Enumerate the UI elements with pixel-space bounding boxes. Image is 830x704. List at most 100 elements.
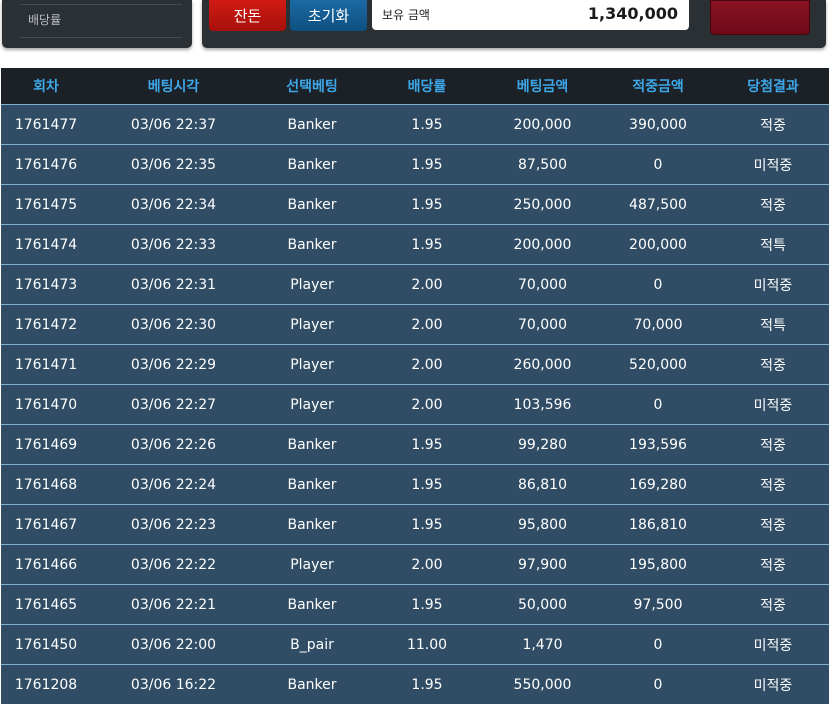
header-odds: 배당률 [368,68,486,105]
table-row: 1761475 03/06 22:34 Banker 1.95 250,000 487,5… [1,184,829,225]
round-cell: 1761208 [1,664,91,704]
odds-cell: 1.95 [368,104,486,145]
pick-cell: Banker [256,464,368,505]
odds-cell: 1.95 [368,584,486,625]
round-cell: 1761472 [1,304,91,345]
round-cell: 1761474 [1,224,91,265]
table-row: 1761470 03/06 22:27 Player 2.00 103,596 0 미적중 [1,384,829,425]
time-cell: 03/06 22:35 [91,144,256,185]
table-row: 1761471 03/06 22:29 Player 2.00 260,000 520,0… [1,344,829,385]
time-cell: 03/06 22:29 [91,344,256,385]
round-cell: 1761467 [1,504,91,545]
bet-submit-button[interactable] [710,0,810,35]
round-cell: 1761475 [1,184,91,225]
odds-cell: 1.95 [368,424,486,465]
table-row: 1761467 03/06 22:23 Banker 1.95 95,800 186,81… [1,504,829,545]
pick-cell: Player [256,544,368,585]
header-bet-amount: 베팅금액 [486,68,599,105]
bet-amount-cell: 95,800 [486,504,599,545]
payout-cell: 195,800 [599,544,717,585]
result-cell: 적중 [717,504,829,545]
odds-cell: 1.95 [368,144,486,185]
header-pick: 선택베팅 [256,68,368,105]
table-row: 1761468 03/06 22:24 Banker 1.95 86,810 169,28… [1,464,829,505]
odds-cell: 1.95 [368,504,486,545]
time-cell: 03/06 22:26 [91,424,256,465]
top-bar: 배당률 잔돈 초기화 보유 금액 1,340,000 [0,0,830,58]
round-cell: 1761465 [1,584,91,625]
divider [20,37,182,38]
odds-cell: 2.00 [368,304,486,345]
time-cell: 03/06 22:31 [91,264,256,305]
table-header-row: 회차 베팅시각 선택베팅 배당률 베팅금액 적중금액 당첨결과 [1,68,829,105]
result-cell: 미적중 [717,624,829,665]
change-button[interactable]: 잔돈 [209,0,286,31]
time-cell: 03/06 22:37 [91,104,256,145]
bet-amount-cell: 250,000 [486,184,599,225]
divider [20,4,182,5]
round-cell: 1761477 [1,104,91,145]
odds-cell: 2.00 [368,384,486,425]
bet-amount-cell: 1,470 [486,624,599,665]
odds-cell: 1.95 [368,224,486,265]
result-cell: 적중 [717,344,829,385]
result-cell: 미적중 [717,384,829,425]
round-cell: 1761466 [1,544,91,585]
result-cell: 적중 [717,424,829,465]
round-cell: 1761450 [1,624,91,665]
payout-cell: 97,500 [599,584,717,625]
bet-amount-cell: 99,280 [486,424,599,465]
bet-history-table: 회차 베팅시각 선택베팅 배당률 베팅금액 적중금액 당첨결과 1761477 0… [1,68,829,704]
payout-cell: 0 [599,384,717,425]
payout-cell: 193,596 [599,424,717,465]
reset-button[interactable]: 초기화 [290,0,367,31]
bet-amount-cell: 70,000 [486,304,599,345]
payout-cell: 70,000 [599,304,717,345]
header-result: 당첨결과 [717,68,829,105]
payout-cell: 186,810 [599,504,717,545]
result-cell: 적특 [717,224,829,265]
payout-cell: 0 [599,144,717,185]
round-cell: 1761469 [1,424,91,465]
odds-label: 배당률 [28,13,62,27]
table-row: 1761469 03/06 22:26 Banker 1.95 99,280 193,59… [1,424,829,465]
round-cell: 1761468 [1,464,91,505]
odds-cell: 2.00 [368,544,486,585]
table-row: 1761476 03/06 22:35 Banker 1.95 87,500 0 미적중 [1,144,829,185]
result-cell: 적중 [717,184,829,225]
time-cell: 03/06 22:34 [91,184,256,225]
pick-cell: Player [256,384,368,425]
payout-cell: 520,000 [599,344,717,385]
table-row: 1761472 03/06 22:30 Player 2.00 70,000 70,000… [1,304,829,345]
odds-cell: 1.95 [368,664,486,704]
result-cell: 적중 [717,104,829,145]
bet-amount-cell: 550,000 [486,664,599,704]
pick-cell: Player [256,304,368,345]
time-cell: 03/06 22:00 [91,624,256,665]
payout-cell: 0 [599,624,717,665]
time-cell: 03/06 22:33 [91,224,256,265]
payout-cell: 169,280 [599,464,717,505]
bet-amount-cell: 103,596 [486,384,599,425]
balance-value: 1,340,000 [587,4,678,23]
table-row: 1761208 03/06 16:22 Banker 1.95 550,000 0 미적중 [1,664,829,704]
round-cell: 1761473 [1,264,91,305]
pick-cell: Banker [256,224,368,265]
result-cell: 적중 [717,584,829,625]
header-bet-time: 베팅시각 [91,68,256,105]
payout-cell: 200,000 [599,224,717,265]
bet-amount-cell: 70,000 [486,264,599,305]
table-row: 1761477 03/06 22:37 Banker 1.95 200,000 390,0… [1,104,829,145]
bet-amount-cell: 97,900 [486,544,599,585]
result-cell: 적특 [717,304,829,345]
result-cell: 미적중 [717,664,829,704]
header-payout: 적중금액 [599,68,717,105]
bet-amount-cell: 87,500 [486,144,599,185]
pick-cell: Banker [256,184,368,225]
odds-panel: 배당률 [2,0,192,48]
result-cell: 미적중 [717,144,829,185]
payout-cell: 487,500 [599,184,717,225]
pick-cell: Player [256,344,368,385]
balance-label: 보유 금액 [382,8,430,22]
odds-cell: 2.00 [368,344,486,385]
